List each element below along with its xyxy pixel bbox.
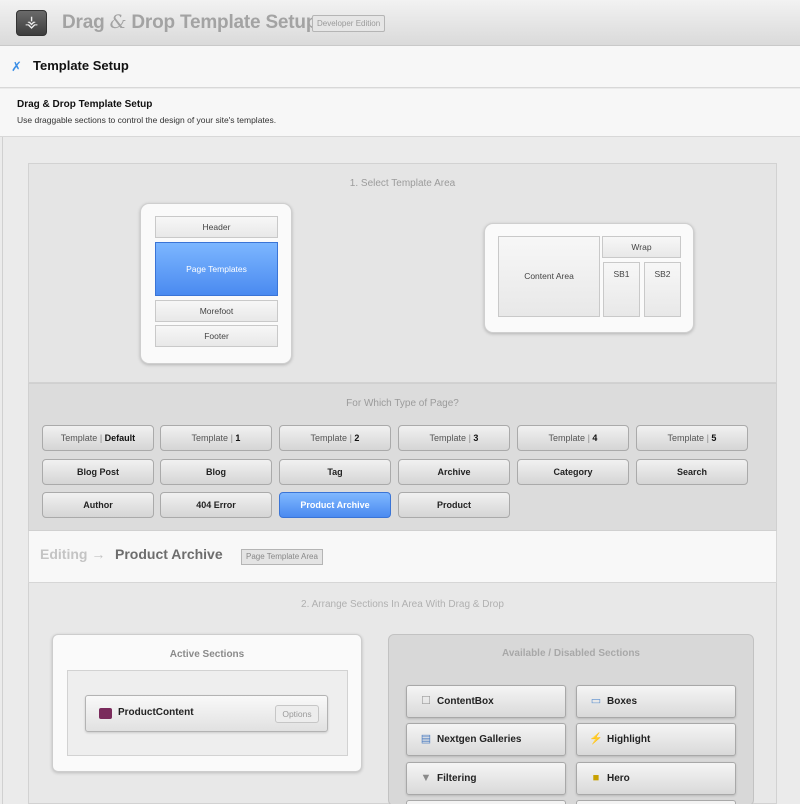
- editing-name: Product Archive: [115, 546, 223, 562]
- section-contentbox-button[interactable]: ☐ ContentBox: [406, 685, 566, 718]
- app-title: Drag & Drop Template Setup: [62, 11, 317, 34]
- section-filtering-button[interactable]: ▼ Filtering: [406, 762, 566, 795]
- select-area-title: 1. Select Template Area: [349, 178, 456, 189]
- section-boxes-button[interactable]: ▭ Boxes: [576, 685, 736, 718]
- template-prefix: Template: [667, 433, 705, 443]
- slot-header[interactable]: Header: [155, 216, 278, 238]
- template-1-button[interactable]: Template | 1: [160, 425, 272, 451]
- left-divider: [2, 137, 3, 804]
- section-label: Nextgen Galleries: [437, 734, 522, 745]
- wrench-icon: ✗: [11, 59, 22, 74]
- template-number: 1: [235, 433, 241, 443]
- template-number: Default: [104, 433, 136, 443]
- template-2-button[interactable]: Template | 2: [279, 425, 391, 451]
- slot-content-area[interactable]: Content Area: [498, 236, 600, 317]
- template-default-button[interactable]: Template | Default: [42, 425, 154, 451]
- product-content-label: ProductContent: [118, 707, 194, 718]
- active-sections-title: Active Sections: [169, 649, 245, 660]
- boxes-icon: ▭: [590, 695, 602, 707]
- arrange-title: 2. Arrange Sections In Area With Drag & …: [301, 599, 504, 610]
- template-prefix: Template: [310, 433, 348, 443]
- section-partial-button[interactable]: [406, 800, 566, 804]
- section-label: Filtering: [437, 773, 477, 784]
- edition-badge: Developer Edition: [312, 15, 386, 32]
- page-type-title: For Which Type of Page?: [346, 398, 459, 409]
- content-box-icon: ☐: [421, 695, 431, 707]
- page-type-product-button[interactable]: Product: [398, 492, 510, 518]
- section-partial-button[interactable]: [576, 800, 736, 804]
- template-5-button[interactable]: Template | 5: [636, 425, 748, 451]
- template-number: 2: [354, 433, 360, 443]
- slot-page-templates[interactable]: Page Templates: [155, 242, 278, 296]
- template-number: 5: [711, 433, 717, 443]
- page-type-blog-post-button[interactable]: Blog Post: [42, 459, 154, 485]
- intro-section: [0, 89, 800, 137]
- template-4-button[interactable]: Template | 4: [517, 425, 629, 451]
- gallery-icon: ▤: [420, 733, 432, 745]
- available-sections-title: Available / Disabled Sections: [501, 648, 640, 659]
- template-number: 4: [592, 433, 598, 443]
- page-type-search-button[interactable]: Search: [636, 459, 748, 485]
- section-label: Hero: [607, 773, 630, 784]
- template-3-button[interactable]: Template | 3: [398, 425, 510, 451]
- template-number: 3: [473, 433, 479, 443]
- page-type-author-button[interactable]: Author: [42, 492, 154, 518]
- app-title-part2: Drop Template Setup: [126, 12, 318, 33]
- page-type-product-archive-button[interactable]: Product Archive: [279, 492, 391, 518]
- page-type-blog-button[interactable]: Blog: [160, 459, 272, 485]
- page-type-category-button[interactable]: Category: [517, 459, 629, 485]
- intro-heading: Drag & Drop Template Setup: [17, 99, 153, 110]
- slot-sb2[interactable]: SB2: [644, 262, 681, 317]
- page-type-archive-button[interactable]: Archive: [398, 459, 510, 485]
- product-content-options-button[interactable]: Options: [275, 705, 319, 723]
- product-content-icon: [99, 708, 112, 719]
- section-nextgen-galleries-button[interactable]: ▤ Nextgen Galleries: [406, 723, 566, 756]
- section-highlight-button[interactable]: ⚡ Highlight: [576, 723, 736, 756]
- section-label: Boxes: [607, 696, 638, 707]
- intro-description: Use draggable sections to control the de…: [17, 115, 277, 125]
- filter-icon: ▼: [420, 772, 432, 784]
- template-prefix: Template: [191, 433, 229, 443]
- slot-sb1[interactable]: SB1: [603, 262, 640, 317]
- app-title-amp: &: [109, 11, 127, 33]
- slot-wrap[interactable]: Wrap: [602, 236, 681, 258]
- template-prefix: Template: [548, 433, 586, 443]
- slot-footer[interactable]: Footer: [155, 325, 278, 347]
- app-logo-icon[interactable]: ⚶: [16, 10, 47, 36]
- section-label: ContentBox: [437, 696, 494, 707]
- editing-prefix: Editing →: [40, 546, 106, 562]
- template-separator: |: [97, 433, 105, 443]
- template-prefix: Template: [60, 433, 98, 443]
- editing-area-badge: Page Template Area: [241, 549, 323, 565]
- lightning-icon: ⚡: [589, 733, 603, 745]
- page-type-404-error-button[interactable]: 404 Error: [160, 492, 272, 518]
- hero-icon: ■: [592, 772, 600, 784]
- template-prefix: Template: [429, 433, 467, 443]
- app-title-part1: Drag: [62, 12, 110, 33]
- page-title: Template Setup: [33, 58, 129, 73]
- slot-morefoot[interactable]: Morefoot: [155, 300, 278, 322]
- section-label: Highlight: [607, 734, 651, 745]
- section-hero-button[interactable]: ■ Hero: [576, 762, 736, 795]
- page-type-tag-button[interactable]: Tag: [279, 459, 391, 485]
